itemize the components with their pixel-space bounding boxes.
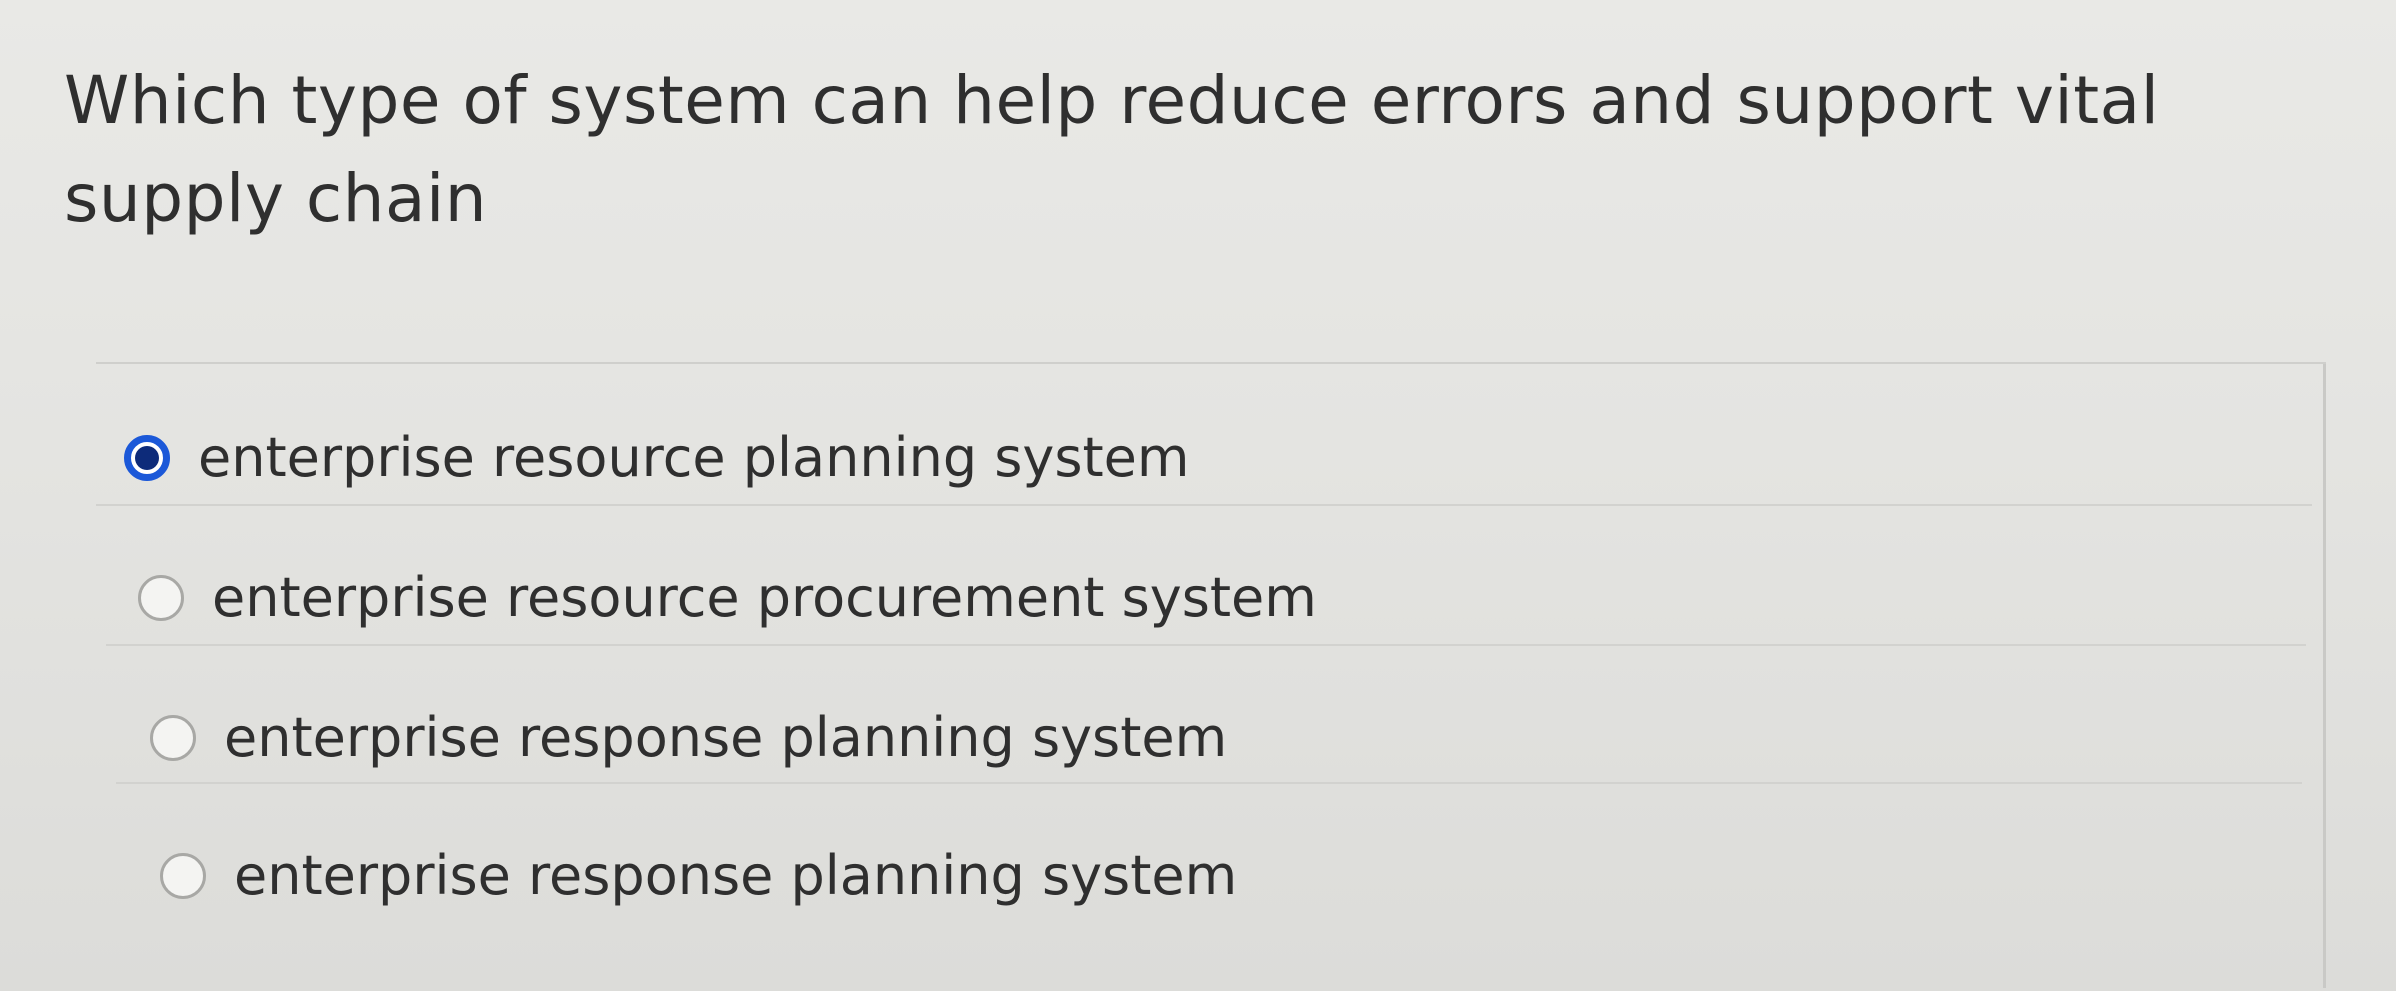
answer-option-2[interactable]: enterprise resource procurement system [138, 550, 1317, 646]
answer-option-label: enterprise resource procurement system [212, 566, 1317, 629]
radio-unselected-icon[interactable] [160, 853, 206, 899]
option-divider [106, 644, 2306, 646]
answer-option-label: enterprise response planning system [234, 844, 1238, 907]
radio-selected-icon[interactable] [124, 435, 170, 481]
question-panel: Which type of system can help reduce err… [0, 0, 2396, 991]
answer-option-3[interactable]: enterprise response planning system [150, 690, 1227, 786]
answers-top-divider [96, 362, 2326, 364]
question-text: Which type of system can help reduce err… [64, 62, 2160, 237]
option-divider [96, 504, 2312, 506]
answer-option-1[interactable]: enterprise resource planning system [124, 410, 1190, 506]
answer-options-group: enterprise resource planning system ente… [96, 362, 2326, 988]
answer-option-label: enterprise response planning system [224, 706, 1228, 769]
answer-option-label: enterprise resource planning system [198, 426, 1190, 489]
radio-unselected-icon[interactable] [150, 715, 196, 761]
option-divider [116, 782, 2302, 784]
answer-option-4[interactable]: enterprise response planning system [160, 828, 1237, 924]
radio-unselected-icon[interactable] [138, 575, 184, 621]
